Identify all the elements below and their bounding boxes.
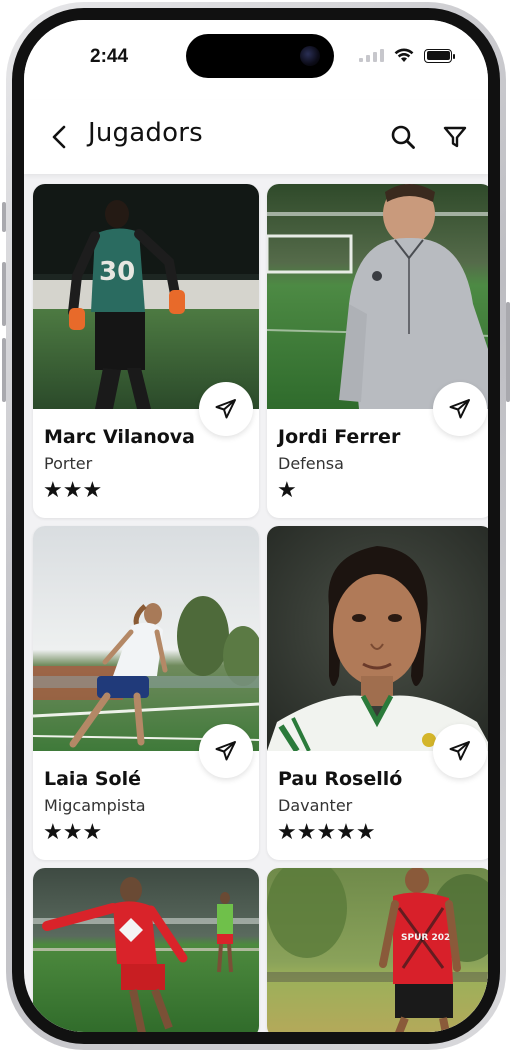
player-photo [33, 868, 259, 1032]
nav-bar: Jugadors [24, 100, 488, 174]
filter-icon [443, 126, 467, 148]
back-button[interactable] [46, 124, 72, 150]
paper-plane-icon [449, 741, 470, 761]
status-bar: 2:44 [24, 20, 488, 100]
page-title: Jugadors [88, 118, 203, 148]
svg-text:30: 30 [99, 257, 135, 287]
filter-button[interactable] [440, 122, 470, 152]
screen: 2:44 Jugadors 30 Marc Vilanova Porter ★★… [24, 20, 488, 1032]
paper-plane-icon [449, 399, 470, 419]
player-card[interactable]: Laia Solé Migcampista ★★★ [33, 526, 259, 860]
player-photo [267, 526, 488, 751]
paper-plane-icon [215, 399, 236, 419]
svg-text:SPUR 2020: SPUR 2020 [401, 933, 457, 943]
player-rating-stars: ★ [277, 478, 297, 503]
send-button[interactable] [433, 382, 487, 436]
wifi-icon [394, 48, 414, 62]
player-card[interactable]: Pau Roselló Davanter ★★★★★ [267, 526, 488, 860]
player-card[interactable]: 30 Marc Vilanova Porter ★★★ [33, 184, 259, 518]
player-photo: SPUR 2020 [267, 868, 488, 1032]
paper-plane-icon [215, 741, 236, 761]
signal-icon [359, 49, 384, 62]
player-position: Defensa [278, 454, 344, 473]
status-time: 2:44 [90, 46, 129, 67]
chevron-left-icon [52, 125, 66, 149]
players-grid: 30 Marc Vilanova Porter ★★★ Jordi Ferrer… [33, 184, 488, 1032]
search-icon [391, 125, 415, 149]
status-icons [359, 48, 455, 63]
camera-icon [300, 46, 320, 66]
player-name: Jordi Ferrer [278, 426, 401, 448]
player-name: Laia Solé [44, 768, 142, 790]
volume-down-button [2, 338, 6, 402]
player-card[interactable] [33, 868, 259, 1032]
phone-frame: 2:44 Jugadors 30 Marc Vilanova Porter ★★… [2, 2, 510, 1050]
player-card[interactable]: Jordi Ferrer Defensa ★ [267, 184, 488, 518]
send-button[interactable] [199, 724, 253, 778]
player-photo [267, 184, 488, 409]
player-photo: 30 [33, 184, 259, 409]
search-button[interactable] [388, 122, 418, 152]
send-button[interactable] [433, 724, 487, 778]
player-rating-stars: ★★★★★ [277, 820, 376, 845]
player-rating-stars: ★★★ [43, 820, 103, 845]
battery-icon [424, 48, 455, 63]
power-button [506, 302, 510, 402]
player-name: Pau Roselló [278, 768, 403, 790]
volume-up-button [2, 262, 6, 326]
player-rating-stars: ★★★ [43, 478, 103, 503]
dynamic-island [186, 34, 334, 78]
player-card[interactable]: SPUR 2020 [267, 868, 488, 1032]
player-position: Porter [44, 454, 93, 473]
send-button[interactable] [199, 382, 253, 436]
player-position: Davanter [278, 796, 353, 815]
action-button [2, 202, 6, 232]
phone-bezel: 2:44 Jugadors 30 Marc Vilanova Porter ★★… [12, 8, 500, 1044]
player-photo [33, 526, 259, 751]
player-position: Migcampista [44, 796, 146, 815]
player-name: Marc Vilanova [44, 426, 195, 448]
